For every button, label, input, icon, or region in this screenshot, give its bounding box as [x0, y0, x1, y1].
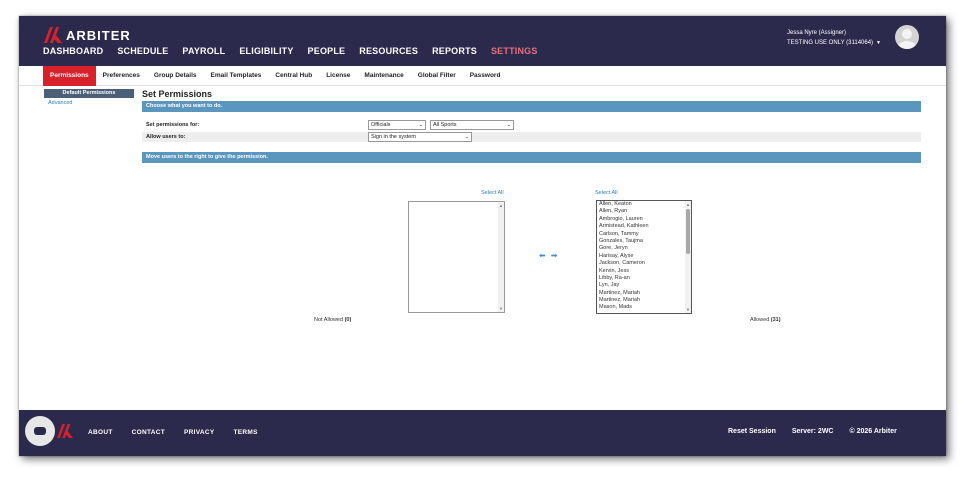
section-header-choose: Choose what you want to do. [142, 101, 921, 112]
section-header-move-users: Move users to the right to give the perm… [142, 152, 921, 163]
list-item[interactable]: Gore, Jeryn [597, 245, 691, 252]
footer-links: ABOUT CONTACT PRIVACY TERMS [88, 429, 277, 436]
footer-link-terms[interactable]: TERMS [234, 429, 258, 436]
scroll-up-icon[interactable]: ▲ [686, 202, 690, 207]
tab-password[interactable]: Password [463, 66, 508, 86]
allowed-users-list: Allen, Keaton Allen, Ryan Ambrogio, Lauren… [597, 201, 691, 312]
nav-reports[interactable]: REPORTS [432, 46, 477, 56]
main-content: Set Permissions Choose what you want to … [142, 89, 921, 323]
arbiter-footer-logo-icon [57, 424, 73, 438]
allowed-count-label: Allowed (31) [750, 317, 781, 323]
footer-link-about[interactable]: ABOUT [88, 429, 113, 436]
allowed-count: (31) [770, 317, 781, 323]
scrollbar[interactable]: ▲ ▼ [685, 201, 691, 313]
tab-group-details[interactable]: Group Details [147, 66, 204, 86]
role-select[interactable]: Officials ⌄ [368, 120, 426, 130]
set-permissions-row: Set permissions for: Officials ⌄ All Spo… [142, 120, 921, 130]
footer-right: Reset Session Server: 2WC © 2026 Arbiter [728, 428, 913, 435]
scrollbar-thumb[interactable] [686, 209, 690, 254]
nav-eligibility[interactable]: ELIGIBILITY [239, 46, 293, 56]
select-all-not-allowed-link[interactable]: Select All [481, 190, 504, 196]
arrow-left-icon[interactable]: ⬅ [539, 251, 546, 260]
arbiter-logo-icon [44, 27, 62, 43]
list-item[interactable]: Carlson, Tammy [597, 231, 691, 238]
brand-name: ARBITER [66, 27, 131, 43]
list-item[interactable]: Mason, Mads [597, 304, 691, 311]
user-org: TESTING USE ONLY (3114064) [787, 40, 874, 46]
set-permissions-label: Set permissions for: [146, 122, 200, 128]
chat-bubble-glyph [34, 427, 46, 435]
sport-select[interactable]: All Sports ⌄ [430, 120, 514, 130]
list-item[interactable]: Libby, Ra-an [597, 275, 691, 282]
list-item[interactable]: Harisay, Alyse [597, 253, 691, 260]
nav-schedule[interactable]: SCHEDULE [117, 46, 168, 56]
left-menu: Default Permissions Advanced [44, 89, 134, 108]
scroll-down-icon[interactable]: ▼ [499, 306, 503, 311]
left-item-default-permissions[interactable]: Default Permissions [44, 89, 134, 98]
user-org-row[interactable]: TESTING USE ONLY (3114064) ▼ [787, 38, 881, 48]
tab-permissions[interactable]: Permissions [43, 65, 96, 86]
left-item-advanced[interactable]: Advanced [44, 99, 134, 108]
tab-email-templates[interactable]: Email Templates [204, 66, 269, 86]
arrow-right-icon[interactable]: ➡ [551, 251, 558, 260]
role-select-value: Officials [371, 122, 391, 128]
nav-resources[interactable]: RESOURCES [359, 46, 418, 56]
chevron-down-icon: ⌄ [464, 134, 469, 140]
not-allowed-listbox[interactable]: ▲ ▼ [408, 201, 505, 313]
scroll-up-icon[interactable]: ▲ [499, 203, 503, 208]
chevron-down-icon: ⌄ [418, 122, 423, 128]
tab-global-filter[interactable]: Global Filter [411, 66, 463, 86]
list-item[interactable]: Gonzales, Taujma [597, 238, 691, 245]
reset-session-link[interactable]: Reset Session [728, 428, 776, 435]
allowed-label: Allowed [750, 317, 770, 323]
chevron-down-icon: ⌄ [506, 122, 511, 128]
list-item[interactable]: Armistead, Kathleen [597, 223, 691, 230]
list-item[interactable]: Kervin, Jess [597, 268, 691, 275]
arbiter-logo[interactable]: ARBITER [44, 27, 131, 43]
tab-central-hub[interactable]: Central Hub [268, 66, 319, 86]
allowed-listbox[interactable]: Allen, Keaton Allen, Ryan Ambrogio, Lauren… [596, 200, 692, 314]
nav-dashboard[interactable]: DASHBOARD [43, 46, 103, 56]
page-title: Set Permissions [142, 89, 213, 99]
scrollbar[interactable]: ▲ ▼ [498, 202, 504, 312]
list-item[interactable]: Martinez, Mariah [597, 290, 691, 297]
user-avatar-icon[interactable] [895, 25, 919, 49]
nav-settings[interactable]: SETTINGS [491, 46, 538, 56]
user-menu[interactable]: Jessa Nyre (Assigner) TESTING USE ONLY (… [787, 28, 881, 48]
list-item[interactable]: Ambrogio, Lauren [597, 216, 691, 223]
copyright: © 2026 Arbiter [849, 428, 897, 435]
list-item[interactable]: Lyn, Jay [597, 282, 691, 289]
allow-users-row: Allow users to: Sign in the system ⌄ [142, 132, 921, 142]
tab-maintenance[interactable]: Maintenance [357, 66, 410, 86]
chat-icon[interactable] [25, 416, 55, 446]
scroll-down-icon[interactable]: ▼ [686, 307, 690, 312]
list-item[interactable]: Allen, Ryan [597, 208, 691, 215]
tab-preferences[interactable]: Preferences [96, 66, 147, 86]
sport-select-value: All Sports [433, 122, 457, 128]
not-allowed-count: (0) [344, 317, 352, 323]
app-window: ARBITER DASHBOARD SCHEDULE PAYROLL ELIGI… [19, 16, 946, 456]
list-item[interactable]: Jackson, Cameron [597, 260, 691, 267]
nav-payroll[interactable]: PAYROLL [182, 46, 225, 56]
top-header: ARBITER DASHBOARD SCHEDULE PAYROLL ELIGI… [19, 16, 946, 66]
user-name: Jessa Nyre (Assigner) [787, 30, 847, 36]
server-label: Server: 2WC [791, 428, 834, 435]
footer-link-privacy[interactable]: PRIVACY [184, 429, 215, 436]
footer: ABOUT CONTACT PRIVACY TERMS Reset Sessio… [19, 410, 946, 456]
list-item[interactable]: Allen, Keaton [597, 201, 691, 208]
move-arrows: ⬅ ➡ [539, 251, 562, 260]
nav-people[interactable]: PEOPLE [308, 46, 346, 56]
not-allowed-count-label: Not Allowed (0) [314, 317, 351, 323]
main-nav: DASHBOARD SCHEDULE PAYROLL ELIGIBILITY P… [43, 46, 552, 56]
footer-link-contact[interactable]: CONTACT [132, 429, 165, 436]
settings-subnav: Permissions Preferences Group Details Em… [19, 65, 946, 86]
select-all-allowed-link[interactable]: Select All [595, 190, 618, 196]
list-item[interactable]: Martinez, Mariah [597, 297, 691, 304]
permission-select-value: Sign in the system [371, 134, 416, 140]
chevron-down-icon: ▼ [876, 40, 881, 46]
allow-users-label: Allow users to: [146, 134, 186, 140]
permission-select[interactable]: Sign in the system ⌄ [368, 132, 472, 142]
not-allowed-label: Not Allowed [314, 317, 344, 323]
tab-license[interactable]: License [319, 66, 357, 86]
